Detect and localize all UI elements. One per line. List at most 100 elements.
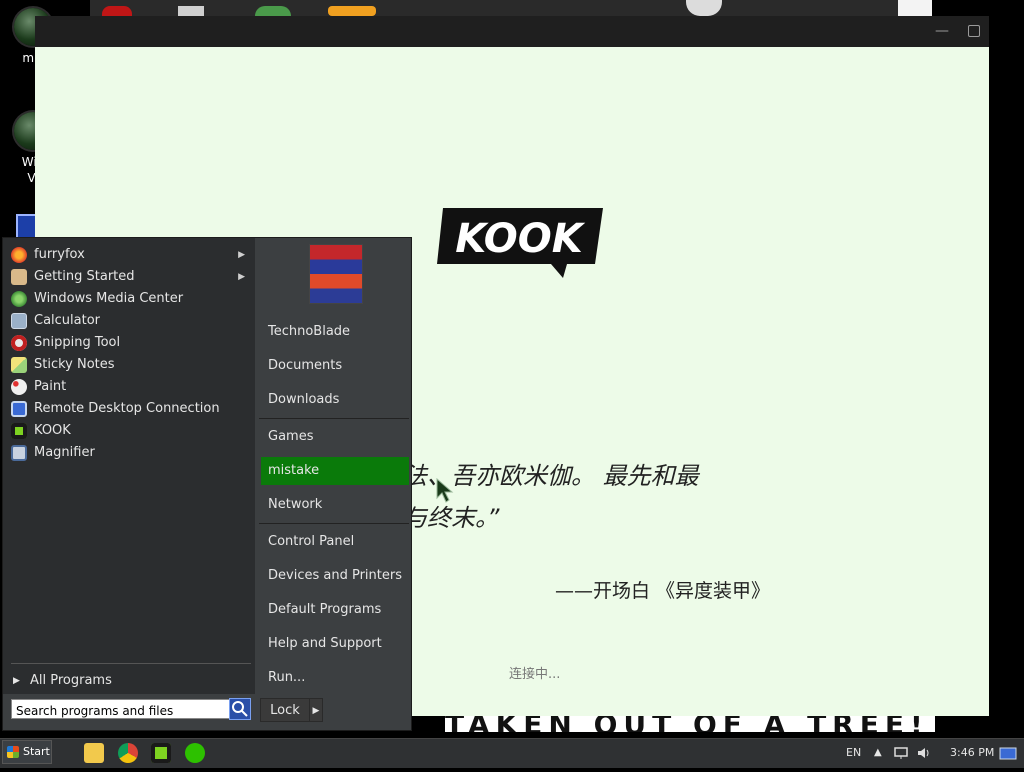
calculator-icon (11, 313, 27, 329)
desktop: mis Win Vi — KOOK 法、吾亦欧米伽。 最先和最 与终末。” ——… (0, 0, 1024, 768)
place-downloads[interactable]: Downloads (261, 386, 409, 414)
chrome-icon[interactable] (118, 743, 138, 763)
start-menu-programs-pane: furryfox ▶ Getting Started ▶ Windows Med… (3, 238, 255, 694)
place-label: Control Panel (268, 528, 354, 556)
firefox-icon (11, 247, 27, 263)
program-item-magnifier[interactable]: Magnifier (9, 442, 249, 464)
program-item-label: Sticky Notes (34, 354, 115, 376)
place-games[interactable]: Games (261, 423, 409, 451)
monitor-icon (893, 745, 909, 761)
program-item-label: Magnifier (34, 442, 95, 464)
program-item-label: furryfox (34, 244, 85, 266)
white-panel (898, 0, 932, 16)
paint-icon (11, 379, 27, 395)
media-center-icon (11, 291, 27, 307)
place-label: Downloads (268, 386, 339, 414)
network-icon[interactable] (893, 739, 909, 769)
program-item-label: Calculator (34, 310, 100, 332)
kook-titlebar[interactable]: — (35, 16, 989, 47)
program-item-snipping-tool[interactable]: Snipping Tool (9, 332, 249, 354)
all-programs-label: All Programs (30, 670, 112, 692)
program-item-getting-started[interactable]: Getting Started ▶ (9, 266, 249, 288)
all-programs-button[interactable]: ▶ All Programs (9, 670, 249, 692)
maximize-icon (968, 25, 980, 37)
place-label: Devices and Printers (268, 562, 402, 590)
place-run[interactable]: Run... (261, 664, 409, 692)
place-label: Network (268, 491, 322, 519)
action-center-icon (999, 747, 1017, 761)
remote-desktop-icon (11, 401, 27, 417)
start-button[interactable]: Start (2, 740, 52, 764)
kook-taskbar-icon[interactable] (151, 743, 171, 763)
kook-logo: KOOK (435, 204, 607, 280)
program-item-label: KOOK (34, 420, 71, 442)
magnifier-icon (11, 445, 27, 461)
taskbar: Start EN ▲ 3:46 PM (0, 738, 1024, 768)
white-app-icon[interactable] (686, 0, 722, 16)
red-app-icon[interactable] (102, 6, 132, 16)
volume-icon[interactable] (916, 739, 932, 769)
show-desktop-button[interactable] (999, 739, 1017, 769)
green-app-icon[interactable] (255, 6, 291, 16)
program-item-label: Windows Media Center (34, 288, 183, 310)
separator (11, 663, 251, 664)
separator (259, 418, 409, 419)
search-box[interactable] (11, 699, 231, 719)
program-item-kook[interactable]: KOOK (9, 420, 249, 442)
program-item-paint[interactable]: Paint (9, 376, 249, 398)
minimize-button[interactable]: — (933, 23, 951, 39)
program-item-label: Snipping Tool (34, 332, 120, 354)
user-avatar[interactable] (309, 244, 363, 304)
wechat-icon[interactable] (185, 743, 205, 763)
arrow-right-icon: ▶ (13, 670, 20, 692)
show-hidden-icons-button[interactable]: ▲ (874, 739, 882, 769)
windows-logo-icon (7, 746, 19, 758)
place-label: Help and Support (268, 630, 382, 658)
clock[interactable]: 3:46 PM (950, 739, 994, 769)
language-indicator[interactable]: EN (846, 739, 861, 769)
start-menu: furryfox ▶ Getting Started ▶ Windows Med… (2, 237, 412, 731)
place-mistake[interactable]: mistake (261, 457, 409, 485)
program-item-label: Paint (34, 376, 66, 398)
place-label: Run... (268, 664, 305, 692)
start-menu-places-pane: TechnoBlade Documents Downloads Games mi… (255, 238, 411, 694)
background-window-strip (90, 0, 932, 16)
place-documents[interactable]: Documents (261, 352, 409, 380)
grey-app-icon[interactable] (178, 6, 204, 16)
submenu-arrow-icon: ▶ (238, 266, 245, 288)
place-technoblade[interactable]: TechnoBlade (261, 318, 409, 346)
program-item-sticky-notes[interactable]: Sticky Notes (9, 354, 249, 376)
place-control-panel[interactable]: Control Panel (261, 528, 409, 556)
program-item-remote-desktop[interactable]: Remote Desktop Connection (9, 398, 249, 420)
submenu-arrow-icon: ▶ (238, 244, 245, 266)
place-network[interactable]: Network (261, 491, 409, 519)
orange-app-icon[interactable] (328, 6, 376, 16)
place-label: mistake (268, 457, 319, 485)
program-item-label: Getting Started (34, 266, 135, 288)
connection-status: 连接中... (509, 663, 560, 682)
place-default-programs[interactable]: Default Programs (261, 596, 409, 624)
search-input[interactable] (12, 702, 226, 720)
search-button[interactable] (229, 698, 251, 720)
sticky-notes-icon (11, 357, 27, 373)
mouse-cursor-icon (436, 478, 456, 504)
kook-quote-source: ——开场白 《异度装甲》 (555, 576, 770, 603)
program-item-media-center[interactable]: Windows Media Center (9, 288, 249, 310)
separator (259, 523, 409, 524)
place-help-support[interactable]: Help and Support (261, 630, 409, 658)
place-label: Documents (268, 352, 342, 380)
program-item-furryfox[interactable]: furryfox ▶ (9, 244, 249, 266)
speaker-icon (916, 745, 932, 761)
bottom-banner-text: TAKEN OUT OF A TREE! (445, 716, 935, 732)
maximize-button[interactable] (965, 23, 983, 41)
place-devices-printers[interactable]: Devices and Printers (261, 562, 409, 590)
program-item-label: Remote Desktop Connection (34, 398, 220, 420)
bottom-banner: TAKEN OUT OF A TREE! (445, 716, 935, 732)
place-label: Games (268, 423, 313, 451)
program-item-calculator[interactable]: Calculator (9, 310, 249, 332)
snipping-tool-icon (11, 335, 27, 351)
kook-icon (11, 423, 27, 439)
explorer-icon[interactable] (84, 743, 104, 763)
shutdown-options-button[interactable]: ▶ (309, 698, 323, 722)
lock-button[interactable]: Lock (260, 698, 310, 722)
